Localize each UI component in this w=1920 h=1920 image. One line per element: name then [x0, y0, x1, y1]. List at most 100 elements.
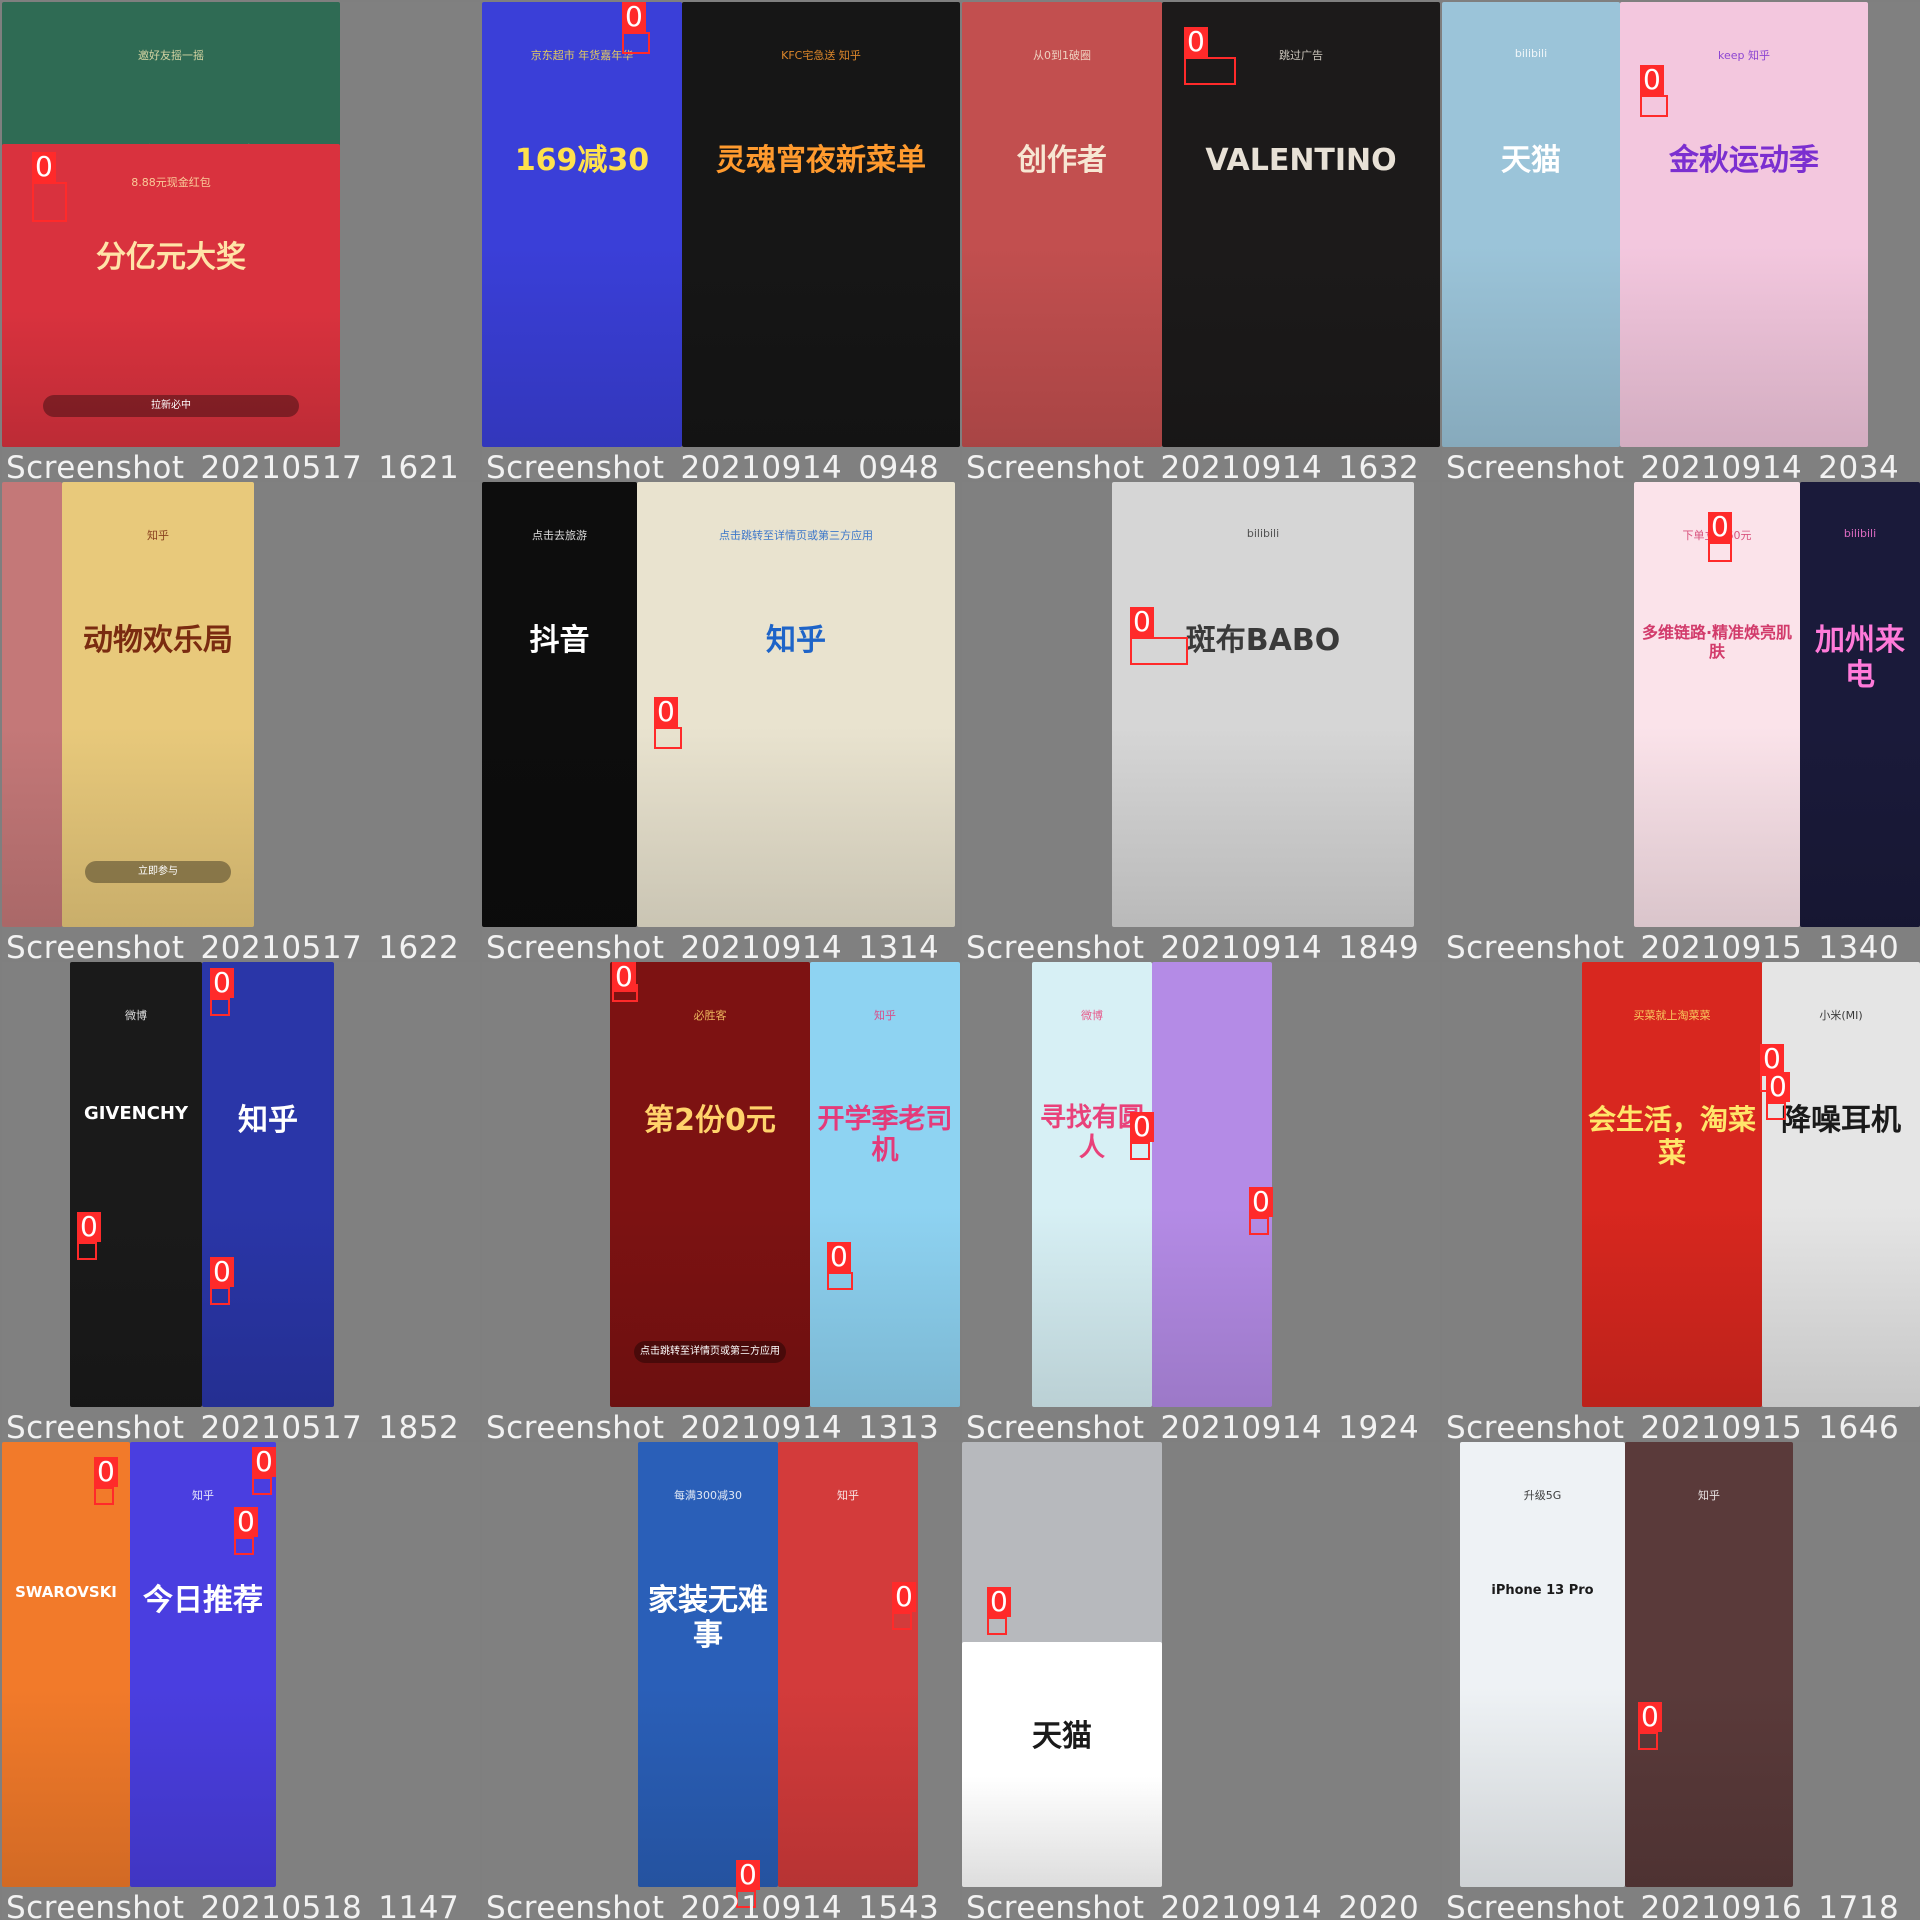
ad-subtitle: 必胜客	[693, 1008, 727, 1022]
ad-subtitle: 知乎	[837, 1488, 859, 1502]
screenshot-filename: Screenshot_20210914_2020	[966, 1890, 1420, 1920]
ad-screenshot: 知乎	[778, 1442, 918, 1887]
detection-label: 0	[1708, 512, 1732, 542]
detection-label: 0	[1766, 1072, 1790, 1102]
ad-cta-button[interactable]: 点击跳转至详情页或第三方应用	[634, 1340, 786, 1363]
detection-label: 0	[234, 1507, 258, 1537]
ad-headline: 动物欢乐局	[83, 623, 233, 659]
ad-subtitle: 买菜就上淘菜菜	[1633, 1008, 1711, 1022]
screenshot-filename: Screenshot_20210517_1622	[6, 930, 460, 960]
ad-headline: 知乎	[238, 1103, 298, 1139]
ad-subtitle: 知乎	[1698, 1488, 1720, 1502]
ad-headline: 降噪耳机	[1781, 1103, 1901, 1139]
screenshot-tile: 微博 寻找有圆人 0 0 Screenshot_20210914_1924	[962, 962, 1440, 1440]
ad-headline: 第2份0元	[644, 1103, 776, 1139]
ad-screenshot: 知乎	[202, 962, 334, 1407]
detection-label: 0	[892, 1582, 916, 1612]
ad-subtitle: 每满300减30	[674, 1488, 742, 1502]
ad-subtitle: 点击跳转至详情页或第三方应用	[719, 528, 873, 542]
ad-subtitle: 知乎	[192, 1488, 214, 1502]
detection-box	[1130, 637, 1188, 665]
ad-headline: SWAROVSKI	[15, 1583, 117, 1602]
detection-box	[234, 1537, 254, 1555]
ad-screenshot: bilibili 加州来电	[1800, 482, 1920, 927]
detection-label: 0	[987, 1587, 1011, 1617]
ad-headline: 加州来电	[1815, 623, 1905, 693]
screenshot-tile: bilibili 天猫 keep 知乎金秋运动季 0 Screenshot_202109…	[1442, 2, 1920, 480]
detection-label: 0	[1130, 607, 1154, 637]
ad-headline: VALENTINO	[1205, 143, 1397, 179]
ad-subtitle: 微博	[1081, 1008, 1103, 1022]
ad-headline: 多维链路·精准焕亮肌肤	[1641, 623, 1793, 661]
ad-screenshot: 知乎	[1625, 1442, 1793, 1887]
ad-subtitle: 邀好友摇一摇	[138, 48, 204, 62]
screenshot-filename: Screenshot_20210517_1852	[6, 1410, 460, 1440]
ad-headline: 知乎	[766, 623, 826, 659]
screenshot-filename: Screenshot_20210914_1924	[966, 1410, 1420, 1440]
ad-screenshot: 必胜客第2份0元点击跳转至详情页或第三方应用	[610, 962, 810, 1407]
ad-headline: 天猫	[1501, 143, 1561, 179]
ad-headline: 分亿元大奖	[96, 239, 246, 275]
screenshot-tile: SWAROVSKI 知乎 今日推荐 0 0 0 Screenshot_20210518_11…	[2, 1442, 480, 1920]
ad-subtitle: keep 知乎	[1718, 48, 1770, 62]
ad-screenshot: 升级5G iPhone 13 Pro	[1460, 1442, 1625, 1887]
ad-cta-button[interactable]: 立即参与	[85, 860, 231, 883]
detection-box	[1766, 1102, 1786, 1120]
ad-screenshot: 知乎 开学季老司机	[810, 962, 960, 1407]
screenshot-filename: Screenshot_20210518_1147	[6, 1890, 460, 1920]
screenshot-tile: 买菜就上淘菜菜 会生活，淘菜菜 小米(MI) 降噪耳机 0 0 Screenshot_202…	[1442, 962, 1920, 1440]
ad-screenshot: 从0到1破圈 创作者	[962, 2, 1162, 447]
ad-screenshot: SWAROVSKI	[2, 1442, 130, 1887]
ad-screenshot: 每满300减30 家装无难事	[638, 1442, 778, 1887]
screenshot-tile: 邀好友摇一摇瓜分亿元大奖点击跳转至详情页或第三方应用8.88元现金红包分亿元大奖…	[2, 2, 480, 480]
ad-cta-button[interactable]: 拉新必中	[42, 394, 300, 417]
screenshot-tile: 天猫 0 Screenshot_20210914_2020	[962, 1442, 1440, 1920]
screenshot-filename: Screenshot_20210915_1340	[1446, 930, 1900, 960]
ad-headline: 会生活，淘菜菜	[1588, 1103, 1757, 1169]
detection-box	[77, 1242, 97, 1260]
detection-box	[32, 182, 67, 222]
detection-label: 0	[654, 697, 678, 727]
detection-label: 0	[210, 1257, 234, 1287]
ad-headline: 天猫	[1032, 1719, 1092, 1755]
detection-box	[827, 1272, 853, 1290]
ad-screenshot: 知乎动物欢乐局立即参与	[62, 482, 254, 927]
ad-screenshot	[2, 482, 62, 927]
detection-box	[1708, 542, 1732, 562]
detection-box	[210, 1287, 230, 1305]
screenshot-filename: Screenshot_20210517_1621	[6, 450, 460, 480]
ad-headline: 开学季老司机	[817, 1104, 953, 1167]
ad-headline: 家装无难事	[648, 1583, 768, 1653]
ad-screenshot: 天猫	[962, 1642, 1162, 1887]
detection-box	[892, 1612, 912, 1630]
ad-screenshot: 买菜就上淘菜菜会生活，淘菜菜	[1582, 962, 1762, 1407]
detection-label: 0	[622, 2, 646, 32]
detection-box	[94, 1487, 114, 1505]
ad-headline: iPhone 13 Pro	[1491, 1583, 1594, 1599]
detection-box	[1638, 1732, 1658, 1750]
screenshot-tile: 必胜客 第2份0元 点击跳转至详情页或第三方应用 知乎 开学季老司机 0 0 Screensh…	[482, 962, 960, 1440]
detection-box	[1184, 57, 1236, 85]
ad-subtitle: 升级5G	[1523, 1488, 1562, 1502]
ad-subtitle: 微博	[125, 1008, 147, 1022]
screenshot-filename: Screenshot_20210914_2034	[1446, 450, 1900, 480]
ad-subtitle: 知乎	[874, 1008, 896, 1022]
ad-headline: 金秋运动季	[1669, 143, 1819, 179]
ad-subtitle: bilibili	[1514, 46, 1548, 60]
ad-subtitle: KFC宅急送 知乎	[781, 48, 861, 62]
ad-screenshot: 小米(MI) 降噪耳机	[1762, 962, 1920, 1407]
detection-label: 0	[77, 1212, 101, 1242]
detection-box	[210, 998, 230, 1016]
detection-box	[622, 32, 650, 54]
screenshot-tile: 点击去旅游 抖音 点击跳转至详情页或第三方应用 知乎 0 Screenshot_20210…	[482, 482, 960, 960]
detection-label: 0	[1640, 65, 1664, 95]
ad-subtitle: 知乎	[147, 528, 169, 542]
screenshot-filename: Screenshot_20210914_1632	[966, 450, 1420, 480]
detection-label: 0	[1130, 1112, 1154, 1142]
screenshot-tile: 每满300减30 家装无难事 知乎 0 0 Screenshot_20210914_154…	[482, 1442, 960, 1920]
detection-label: 0	[94, 1457, 118, 1487]
screenshot-filename: Screenshot_20210916_1718	[1446, 1890, 1900, 1920]
screenshot-tile: 升级5G iPhone 13 Pro 知乎 0 Screenshot_20210916_…	[1442, 1442, 1920, 1920]
screenshot-tile: 从0到1破圈 创作者 跳过广告 VALENTINO 0 Screenshot_202109…	[962, 2, 1440, 480]
ad-headline: 抖音	[529, 623, 590, 659]
